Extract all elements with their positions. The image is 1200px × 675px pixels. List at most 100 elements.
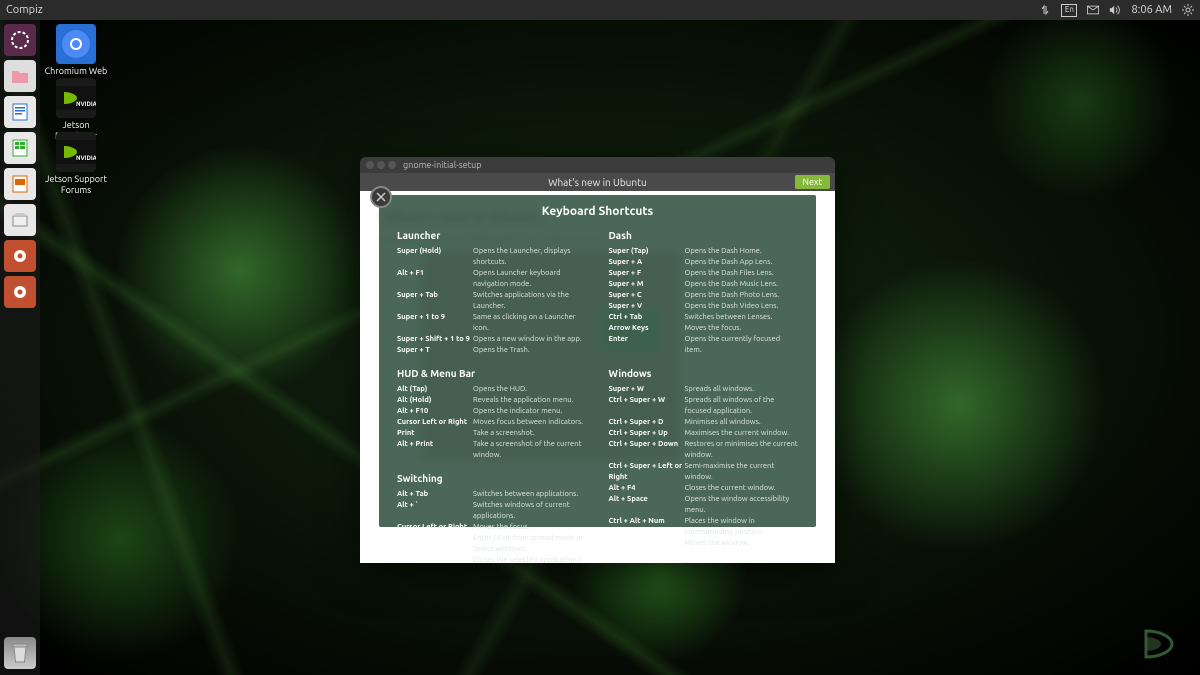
shortcut-row: Ctrl + Super + WSpreads all windows of t… xyxy=(609,395,799,417)
shortcut-desc: Semi-maximise the current window. xyxy=(685,461,799,483)
shortcut-row: Super + TabSwitches applications via the… xyxy=(397,290,587,312)
shortcut-key: Super + W xyxy=(609,384,685,395)
section-heading: Dash xyxy=(609,230,799,241)
shortcut-row: Super + WSpreads all windows. xyxy=(609,384,799,395)
shortcut-desc: Opens the Dash Photo Lens. xyxy=(685,290,799,301)
shortcut-key: Ctrl + Super + D xyxy=(609,417,685,428)
jetson-dev-icon: NVIDIA xyxy=(56,78,96,118)
shortcut-desc: Switches between Lenses. xyxy=(685,312,799,323)
window-max-icon[interactable] xyxy=(388,161,396,169)
clock[interactable]: 8:06 AM xyxy=(1131,4,1172,16)
shortcut-row: Cursor Left or RightMoves focus between … xyxy=(397,417,587,428)
shortcut-desc: Places the window in corresponding posit… xyxy=(685,516,799,538)
nvidia-logo-icon xyxy=(1122,623,1186,665)
shortcut-key: Cursor Left or Right xyxy=(397,417,473,428)
shortcut-key: Ctrl + Tab xyxy=(609,312,685,323)
shortcut-desc: Restores or minimises the current window… xyxy=(685,439,799,461)
shortcut-section: Windows Super + WSpreads all windows.Ctr… xyxy=(609,368,799,563)
shortcut-desc: Same as clicking on a Launcher icon. xyxy=(473,312,587,334)
shortcut-key: Alt + F10 xyxy=(397,406,473,417)
shortcut-desc: Opens the Dash App Lens. xyxy=(685,257,799,268)
shortcut-desc: Take a screenshot of the current window. xyxy=(473,439,587,461)
shortcut-key: Cursor Up or Down xyxy=(397,533,473,555)
shortcut-row: Alt + SpaceOpens the window accessibilit… xyxy=(609,494,799,516)
shortcut-desc: Switches between applications. xyxy=(473,489,587,500)
shortcut-desc: Opens a new window in the app. xyxy=(473,334,587,345)
window-title: gnome-initial-setup xyxy=(403,160,482,170)
shortcut-row: Alt + F4Closes the current window. xyxy=(609,483,799,494)
window-titlebar[interactable]: gnome-initial-setup xyxy=(360,157,835,173)
shortcut-key: Alt (Tap) xyxy=(397,384,473,395)
shortcut-desc: Take a screenshot. xyxy=(473,428,587,439)
shortcut-key: Alt (Hold) xyxy=(397,395,473,406)
updown-arrows-icon[interactable] xyxy=(1039,4,1051,16)
shortcut-key: Ctrl + Super + Up xyxy=(609,428,685,439)
mail-icon[interactable] xyxy=(1087,4,1099,16)
launcher-settings-1[interactable] xyxy=(4,240,36,272)
shortcut-desc: Opens the Dash Home. xyxy=(685,246,799,257)
shortcut-desc: Spreads all windows. xyxy=(685,384,799,395)
launcher-settings-2[interactable] xyxy=(4,276,36,308)
shortcut-key: Super + F xyxy=(609,268,685,279)
next-button[interactable]: Next xyxy=(795,175,830,189)
shortcut-desc: Opens the Dash Music Lens. xyxy=(685,279,799,290)
unity-launcher xyxy=(0,20,40,675)
shortcut-row: Ctrl + TabSwitches between Lenses. xyxy=(609,312,799,323)
shortcut-row: Alt + F10Opens the indicator menu. xyxy=(397,406,587,417)
shortcut-key: Ctrl + Super + Down xyxy=(609,439,685,461)
shortcut-row: Super + Shift + 1 to 9Opens a new window… xyxy=(397,334,587,345)
window-min-icon[interactable] xyxy=(377,161,385,169)
volume-icon[interactable] xyxy=(1109,4,1121,16)
shortcut-row: Super + FOpens the Dash Files Lens. xyxy=(609,268,799,279)
svg-text:NVIDIA: NVIDIA xyxy=(76,155,96,162)
shortcut-key: Super + C xyxy=(609,290,685,301)
shortcut-key: Alt + Print xyxy=(397,439,473,461)
desktop-icon-jetson-forums[interactable]: NVIDIA Jetson Support Forums xyxy=(44,132,108,196)
shortcut-section: Switching Alt + TabSwitches between appl… xyxy=(397,473,587,563)
shortcut-row: EnterOpens the currently focused item. xyxy=(609,334,799,356)
shortcut-key: Ctrl + Alt + Num (keypad) xyxy=(609,516,685,538)
shortcut-key: Enter xyxy=(609,334,685,356)
shortcut-row: Alt + F1Opens Launcher keyboard navigati… xyxy=(397,268,587,290)
dialog-body: What's new in Ubuntu Ubuntu now works di… xyxy=(360,191,835,563)
shortcut-section: Launcher Super (Hold)Opens the Launcher,… xyxy=(397,230,587,356)
launcher-software[interactable] xyxy=(4,204,36,236)
shortcut-desc: Opens the Dash Video Lens. xyxy=(685,301,799,312)
overlay-close-button[interactable] xyxy=(370,186,392,208)
launcher-writer[interactable] xyxy=(4,96,36,128)
shortcut-key: Print xyxy=(397,428,473,439)
chromium-icon xyxy=(56,24,96,64)
launcher-files[interactable] xyxy=(4,60,36,92)
shortcut-desc: Moves the window. xyxy=(685,538,799,560)
shortcut-row: Super + VOpens the Dash Video Lens. xyxy=(609,301,799,312)
shortcut-desc: Moves focus between indicators. xyxy=(473,417,587,428)
shortcut-row: Cursor Left or RightMoves the focus. xyxy=(397,522,587,533)
gear-icon[interactable] xyxy=(1182,4,1194,16)
launcher-trash[interactable] xyxy=(4,637,36,669)
shortcut-key: Alt + Tab xyxy=(397,489,473,500)
shortcut-desc: Moves the focus. xyxy=(685,323,799,334)
shortcut-key: Alt + F1 xyxy=(397,268,473,290)
shortcut-row: Super (Tap)Opens the Dash Home. xyxy=(609,246,799,257)
shortcut-desc: Resizes the window. xyxy=(685,560,799,563)
shortcut-key: Alt + Left Mouse Drag xyxy=(609,538,685,560)
shortcut-key: Super (Hold) xyxy=(397,246,473,268)
shortcut-desc: Switches windows of current applications… xyxy=(473,500,587,522)
launcher-calc[interactable] xyxy=(4,132,36,164)
shortcut-desc: Opens Launcher keyboard navigation mode. xyxy=(473,268,587,290)
launcher-impress[interactable] xyxy=(4,168,36,200)
section-heading: Launcher xyxy=(397,230,587,241)
keyboard-layout-indicator[interactable]: En xyxy=(1061,4,1077,17)
window-close-icon[interactable] xyxy=(366,161,374,169)
desktop-icon-label: Jetson Support Forums xyxy=(44,174,108,196)
shortcut-row: Alt + `Switches windows of current appli… xyxy=(397,500,587,522)
shortcut-desc: Opens the Trash. xyxy=(473,345,587,356)
shortcut-key: Arrow Keys xyxy=(609,323,685,334)
shortcut-row: Ctrl + Alt + Num (keypad)Places the wind… xyxy=(609,516,799,538)
launcher-dash[interactable] xyxy=(4,24,36,56)
shortcut-row: PrintTake a screenshot. xyxy=(397,428,587,439)
shortcut-key: Ctrl + Super + Left or Right xyxy=(609,461,685,483)
shortcut-desc: Closes the selected application / window… xyxy=(473,555,587,563)
shortcut-row: Alt + TabSwitches between applications. xyxy=(397,489,587,500)
shortcut-row: Alt (Tap)Opens the HUD. xyxy=(397,384,587,395)
